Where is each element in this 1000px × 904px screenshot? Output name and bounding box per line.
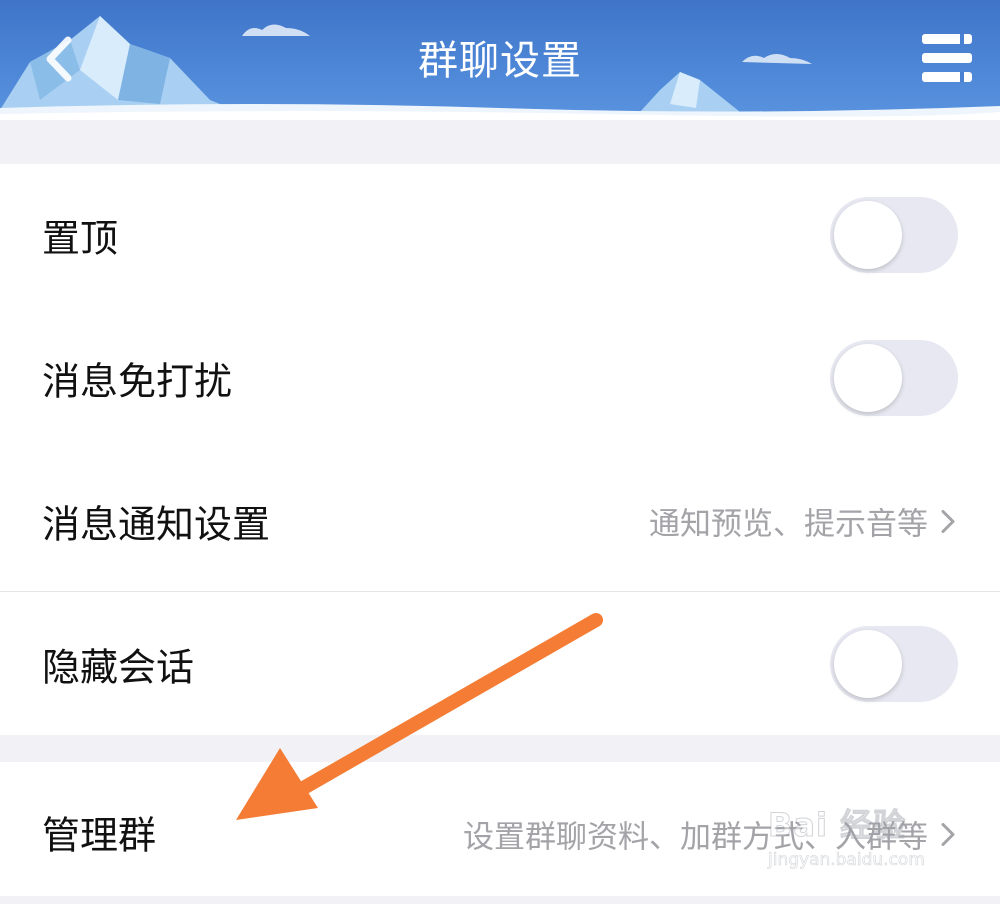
page-title: 群聊设置: [418, 38, 582, 84]
settings-group-2: 管理群 设置群聊资料、加群方式、⼊群等: [0, 762, 1000, 896]
chevron-right-icon: [941, 822, 955, 846]
manage-group-detail: 设置群聊资料、加群方式、⼊群等: [463, 812, 956, 857]
menu-icon[interactable]: [918, 30, 976, 86]
row-divider: [0, 591, 1000, 592]
setting-label: 置顶: [42, 216, 119, 261]
setting-label: 隐藏会话: [42, 645, 195, 690]
header-bar: 群聊设置: [0, 0, 1000, 120]
setting-row-hide-chat[interactable]: 隐藏会话: [0, 593, 1000, 735]
hide-chat-toggle[interactable]: [830, 626, 958, 702]
settings-group-1: 置顶 消息免打扰 消息通知设置 通知预览、提示音等 隐藏会话: [0, 164, 1000, 735]
do-not-disturb-toggle[interactable]: [830, 340, 958, 416]
setting-description: 通知预览、提示音等: [649, 506, 928, 543]
setting-row-do-not-disturb[interactable]: 消息免打扰: [0, 307, 1000, 449]
section-spacer: [0, 120, 1000, 164]
setting-row-notification-settings[interactable]: 消息通知设置 通知预览、提示音等: [0, 450, 1000, 592]
notification-settings-detail: 通知预览、提示音等: [649, 499, 956, 544]
setting-label: 消息免打扰: [42, 359, 233, 404]
setting-row-pin-top[interactable]: 置顶: [0, 164, 1000, 306]
toggle-knob: [834, 344, 902, 412]
chevron-right-icon: [941, 509, 955, 533]
toggle-knob: [834, 630, 902, 698]
toggle-knob: [834, 201, 902, 269]
setting-row-manage-group[interactable]: 管理群 设置群聊资料、加群方式、⼊群等: [0, 762, 1000, 904]
setting-label: 消息通知设置: [42, 502, 271, 547]
setting-description: 设置群聊资料、加群方式、⼊群等: [463, 819, 928, 856]
setting-label: 管理群: [42, 813, 157, 858]
pin-top-toggle[interactable]: [830, 197, 958, 273]
